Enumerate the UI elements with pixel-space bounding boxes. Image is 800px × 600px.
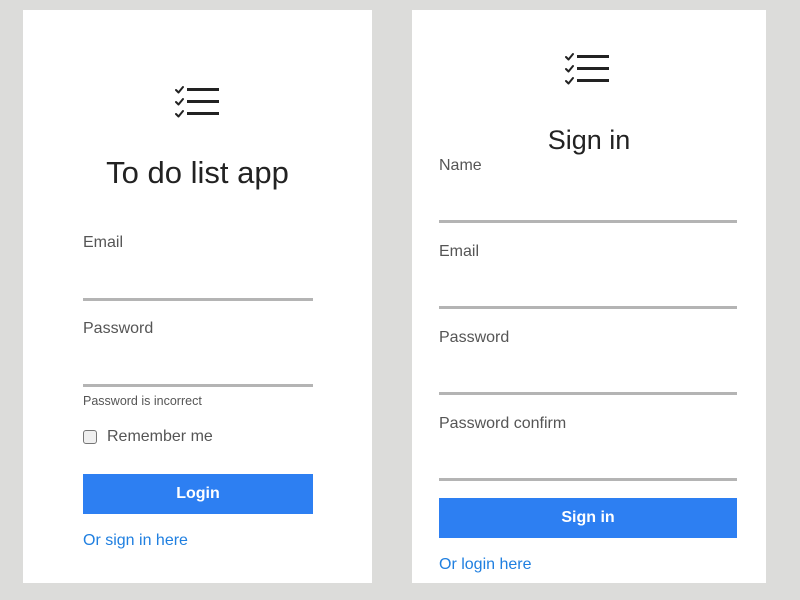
signup-card: Sign in Name Email Password Password con… — [412, 10, 766, 583]
password-error-message: Password is incorrect — [83, 394, 202, 408]
email-label: Email — [83, 234, 124, 251]
signup-name-field[interactable] — [439, 194, 737, 223]
password-label: Password — [83, 320, 154, 337]
login-link[interactable]: Or login here — [439, 556, 532, 574]
email-label: Email — [439, 243, 480, 260]
login-card: To do list app Email Password Password i… — [23, 10, 372, 583]
sign-in-link[interactable]: Or sign in here — [83, 532, 188, 550]
remember-me-row[interactable]: Remember me — [83, 427, 213, 447]
login-email-field[interactable] — [83, 272, 313, 301]
remember-me-label[interactable]: Remember me — [107, 428, 213, 446]
password-label: Password — [439, 329, 510, 346]
signup-email-field[interactable] — [439, 280, 737, 309]
sign-in-button[interactable]: Sign in — [439, 498, 737, 538]
checklist-icon — [175, 86, 219, 118]
password-confirm-label: Password confirm — [439, 415, 567, 432]
signup-title: Sign in — [547, 125, 631, 155]
checklist-icon — [565, 53, 609, 85]
login-password-field[interactable] — [83, 358, 313, 387]
login-title: To do list app — [106, 155, 289, 190]
signup-password-field[interactable] — [439, 366, 737, 395]
login-button[interactable]: Login — [83, 474, 313, 514]
remember-me-checkbox[interactable] — [83, 430, 97, 444]
name-label: Name — [439, 157, 482, 174]
signup-password-confirm-field[interactable] — [439, 452, 737, 481]
